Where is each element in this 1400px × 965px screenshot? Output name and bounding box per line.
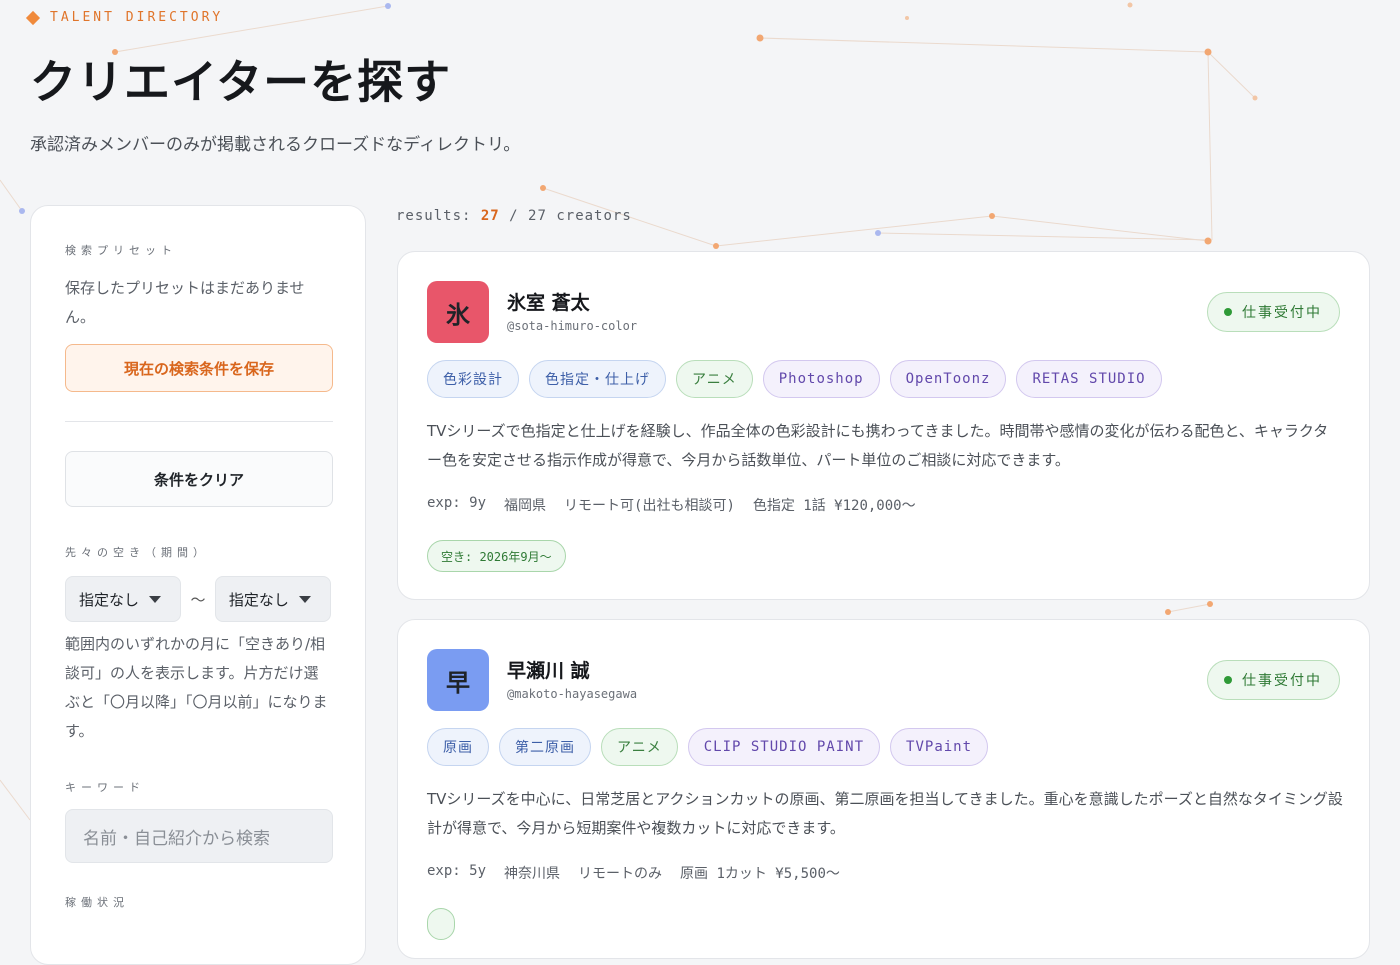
- creator-handle: @sota-himuro-color: [507, 319, 638, 333]
- clear-filters-button[interactable]: 条件をクリア: [65, 451, 333, 507]
- location: 神奈川県: [504, 866, 561, 882]
- experience: exp: 9y: [427, 495, 487, 511]
- divider: [65, 421, 333, 422]
- period-from-select[interactable]: 指定なし: [65, 576, 182, 622]
- tag-chip[interactable]: 色彩設計: [427, 360, 519, 398]
- status-badge: 仕事受付中: [1207, 660, 1340, 700]
- page-title: クリエイターを探す: [30, 55, 452, 109]
- creator-meta: exp: 9y 福岡県 リモート可(出社も相談可) 色指定 1話 ¥120,00…: [427, 495, 916, 515]
- experience: exp: 5y: [427, 863, 487, 879]
- availability-badge: 空き: 2026年9月〜: [427, 540, 566, 572]
- period-separator: 〜: [190, 590, 206, 609]
- filter-sidebar: 検索プリセット 保存したプリセットはまだありません。 現在の検索条件を保存 条件…: [30, 205, 366, 965]
- remote-policy: リモートのみ: [578, 866, 663, 882]
- tag-chip[interactable]: Photoshop: [762, 360, 880, 398]
- results-count: results: 27 / 27 creators: [396, 208, 632, 224]
- creator-handle: @makoto-hayasegawa: [507, 687, 638, 701]
- status-dot-icon: [1224, 676, 1232, 684]
- tag-chip[interactable]: CLIP STUDIO PAINT: [687, 728, 881, 766]
- status-label: 稼働状況: [65, 896, 129, 909]
- avatar: 早: [427, 649, 489, 711]
- creator-card[interactable]: 早 早瀬川 誠 @makoto-hayasegawa 仕事受付中 原画 第二原画…: [397, 619, 1370, 959]
- chevron-down-icon: [149, 595, 162, 603]
- tag-chip[interactable]: 原画: [427, 728, 489, 766]
- keyword-label: キーワード: [65, 781, 145, 794]
- tag-list: 原画 第二原画 アニメ CLIP STUDIO PAINT TVPaint: [427, 728, 989, 766]
- eyebrow: TALENT DIRECTORY: [25, 10, 224, 25]
- tag-chip[interactable]: 色指定・仕上げ: [529, 360, 666, 398]
- status-badge: 仕事受付中: [1207, 292, 1340, 332]
- diamond-icon: [25, 10, 41, 25]
- period-range: 指定なし 〜 指定なし: [65, 576, 331, 622]
- tag-chip[interactable]: RETAS STUDIO: [1016, 360, 1162, 398]
- save-preset-button[interactable]: 現在の検索条件を保存: [65, 344, 333, 392]
- tag-chip[interactable]: OpenToonz: [889, 360, 1007, 398]
- location: 福岡県: [504, 498, 547, 514]
- tag-chip[interactable]: 第二原画: [499, 728, 591, 766]
- page-subtitle: 承認済みメンバーのみが掲載されるクローズドなディレクトリ。: [30, 135, 521, 155]
- creator-name[interactable]: 氷室 蒼太: [507, 288, 590, 315]
- results-separator: /: [509, 208, 519, 224]
- availability-badge: [427, 908, 455, 940]
- status-label: 仕事受付中: [1242, 673, 1322, 689]
- creator-card[interactable]: 氷 氷室 蒼太 @sota-himuro-color 仕事受付中 色彩設計 色指…: [397, 251, 1370, 600]
- tag-chip[interactable]: アニメ: [676, 360, 753, 398]
- keyword-search-input[interactable]: 名前・自己紹介から検索: [65, 809, 333, 863]
- eyebrow-text: TALENT DIRECTORY: [50, 10, 224, 25]
- tag-chip[interactable]: TVPaint: [890, 728, 989, 766]
- status-label: 仕事受付中: [1242, 305, 1322, 321]
- period-from-value: 指定なし: [79, 590, 140, 609]
- status-dot-icon: [1224, 308, 1232, 316]
- rate: 色指定 1話 ¥120,000〜: [752, 498, 916, 514]
- presets-label: 検索プリセット: [65, 244, 177, 257]
- creator-bio: TVシリーズを中心に、日常芝居とアクションカットの原画、第二原画を担当してきまし…: [427, 790, 1343, 837]
- results-shown: 27: [480, 208, 500, 224]
- results-prefix: results:: [396, 208, 472, 224]
- chevron-down-icon: [298, 595, 311, 603]
- period-to-value: 指定なし: [228, 590, 289, 609]
- period-label: 先々の空き（期間）: [65, 546, 209, 559]
- creator-name[interactable]: 早瀬川 誠: [507, 656, 590, 683]
- creator-bio: TVシリーズで色指定と仕上げを経験し、作品全体の色彩設計にも携わってきました。時…: [427, 422, 1329, 469]
- results-total: 27 creators: [528, 208, 632, 224]
- period-to-select[interactable]: 指定なし: [214, 576, 331, 622]
- avatar: 氷: [427, 281, 489, 343]
- period-help-text: 範囲内のいずれかの月に「空きあり/相談可」の人を表示します。片方だけ選ぶと「〇月…: [65, 635, 328, 740]
- creator-meta: exp: 5y 神奈川県 リモートのみ 原画 1カット ¥5,500〜: [427, 863, 840, 883]
- tag-chip[interactable]: アニメ: [601, 728, 678, 766]
- remote-policy: リモート可(出社も相談可): [564, 498, 735, 514]
- presets-empty-text: 保存したプリセットはまだありません。: [65, 279, 305, 326]
- rate: 原画 1カット ¥5,500〜: [680, 866, 840, 882]
- tag-list: 色彩設計 色指定・仕上げ アニメ Photoshop OpenToonz RET…: [427, 360, 1162, 398]
